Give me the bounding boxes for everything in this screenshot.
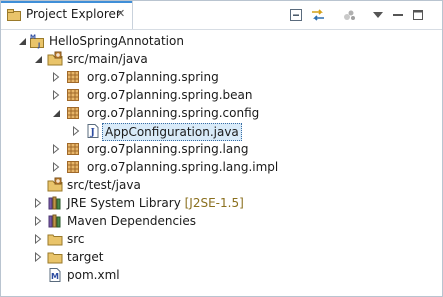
jre-version: [J2SE-1.5]: [184, 196, 244, 210]
java-file-icon: J: [87, 124, 99, 138]
tab-project-explorer[interactable]: Project Explorer ✕: [1, 1, 133, 29]
maximize-icon[interactable]: [410, 7, 426, 23]
chevron-down-icon[interactable]: [33, 53, 43, 65]
folder-icon: [47, 252, 63, 264]
view-menu-icon[interactable]: [370, 7, 386, 23]
chevron-right-icon[interactable]: [33, 215, 43, 227]
close-icon[interactable]: ✕: [116, 7, 125, 20]
minimize-icon[interactable]: [390, 7, 406, 23]
tree-item-target[interactable]: target: [1, 248, 442, 266]
jre-library-name: JRE System Library: [67, 196, 181, 210]
link-with-editor-icon[interactable]: [310, 7, 326, 23]
tree-item-package-lang[interactable]: org.o7planning.spring.lang: [1, 140, 442, 158]
svg-text:J: J: [37, 42, 40, 49]
maven-dependencies-label: Maven Dependencies: [67, 214, 197, 228]
src-label: src: [67, 232, 85, 246]
source-folder-icon: [47, 51, 63, 66]
package-spring-label: org.o7planning.spring: [87, 70, 219, 84]
project-explorer-icon: [7, 9, 21, 21]
tree-item-package-lang-impl[interactable]: org.o7planning.spring.lang.impl: [1, 158, 442, 176]
chevron-down-icon[interactable]: [51, 107, 61, 119]
src-main-java-label: src/main/java: [67, 52, 148, 66]
source-folder-icon: [47, 177, 63, 192]
tree-item-package-config[interactable]: org.o7planning.spring.config: [1, 104, 442, 122]
maven-pom-icon: M: [49, 268, 61, 282]
chevron-down-icon[interactable]: [17, 35, 27, 47]
tree-item-src[interactable]: src: [1, 230, 442, 248]
tree-item-package-spring[interactable]: org.o7planning.spring: [1, 68, 442, 86]
library-icon: [48, 214, 61, 228]
project-label: HelloSpringAnnotation: [49, 34, 184, 48]
project-tree: M J HelloSpringAnnotation src/main/java: [1, 30, 442, 296]
src-test-java-label: src/test/java: [67, 178, 141, 192]
package-bean-label: org.o7planning.spring.bean: [87, 88, 253, 102]
maven-project-icon: M J: [30, 34, 44, 49]
jre-library-label: JRE System Library [J2SE-1.5]: [67, 195, 244, 211]
project-explorer-view: Project Explorer ✕ M J HelloSpringAnnota…: [0, 0, 443, 297]
tree-item-project[interactable]: M J HelloSpringAnnotation: [1, 32, 442, 50]
svg-text:M: M: [30, 34, 36, 41]
tab-title: Project Explorer: [26, 7, 121, 21]
package-icon: [67, 71, 79, 83]
package-icon: [67, 89, 79, 101]
package-config-label: org.o7planning.spring.config: [87, 106, 260, 120]
package-lang-impl-label: org.o7planning.spring.lang.impl: [87, 160, 279, 174]
package-icon: [67, 143, 79, 155]
folder-icon: [47, 234, 63, 246]
chevron-right-icon[interactable]: [33, 233, 43, 245]
tree-item-jre-library[interactable]: JRE System Library [J2SE-1.5]: [1, 194, 442, 212]
chevron-right-icon[interactable]: [71, 125, 81, 137]
chevron-right-icon[interactable]: [51, 71, 61, 83]
package-icon: [67, 107, 79, 119]
chevron-right-icon[interactable]: [51, 161, 61, 173]
tree-item-src-test-java[interactable]: src/test/java: [1, 176, 442, 194]
collapse-all-icon[interactable]: [288, 7, 304, 23]
target-label: target: [67, 250, 104, 264]
pom-label: pom.xml: [67, 268, 120, 282]
chevron-right-icon[interactable]: [51, 89, 61, 101]
chevron-right-icon[interactable]: [33, 197, 43, 209]
package-icon: [67, 161, 79, 173]
tree-item-maven-dependencies[interactable]: Maven Dependencies: [1, 212, 442, 230]
svg-text:J: J: [90, 128, 95, 138]
library-icon: [48, 196, 61, 210]
svg-text:M: M: [51, 272, 59, 281]
tree-item-pom[interactable]: M pom.xml: [1, 266, 442, 284]
tree-item-src-main-java[interactable]: src/main/java: [1, 50, 442, 68]
appconfiguration-label: AppConfiguration.java: [102, 123, 242, 141]
package-lang-label: org.o7planning.spring.lang: [87, 142, 249, 156]
view-tabbar: Project Explorer ✕: [1, 1, 442, 30]
tree-item-appconfiguration[interactable]: J AppConfiguration.java: [1, 122, 442, 141]
tree-item-package-bean[interactable]: org.o7planning.spring.bean: [1, 86, 442, 104]
chevron-right-icon[interactable]: [51, 143, 61, 155]
chevron-right-icon[interactable]: [33, 251, 43, 263]
focus-icon[interactable]: [341, 7, 357, 23]
